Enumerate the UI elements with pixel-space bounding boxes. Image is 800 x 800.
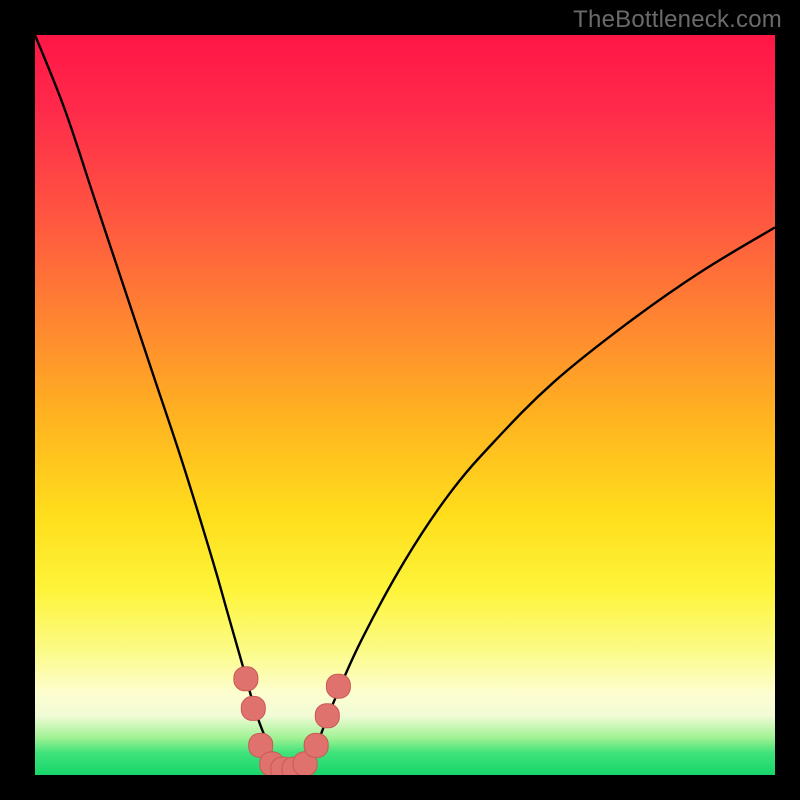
watermark-text: TheBottleneck.com — [573, 6, 782, 34]
marker — [304, 733, 328, 757]
plot-area — [35, 35, 775, 775]
chart-overlay — [35, 35, 775, 775]
marker — [326, 674, 350, 698]
bottleneck-curve — [35, 35, 775, 775]
marker — [234, 667, 258, 691]
chart-stage: TheBottleneck.com — [0, 0, 800, 800]
marker-group — [234, 667, 351, 775]
marker — [315, 704, 339, 728]
marker — [241, 696, 265, 720]
